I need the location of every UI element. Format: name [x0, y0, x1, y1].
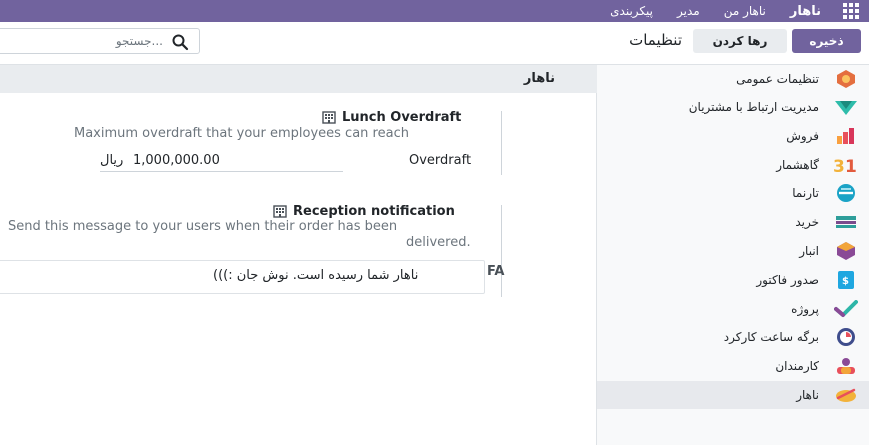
sidebar-item-label: انبار	[799, 244, 819, 258]
svg-text:$: $	[842, 276, 849, 287]
page-title: تنظیمات	[629, 31, 682, 49]
currency-symbol: ریال	[100, 153, 124, 168]
sidebar-item-general-settings[interactable]: تنظیمات عمومی	[597, 65, 869, 93]
sidebar-item-lunch[interactable]: ناهار	[597, 381, 869, 409]
discard-button[interactable]: رها کردن	[693, 29, 787, 53]
sidebar-item-calendar[interactable]: 31 گاهشمار	[597, 151, 869, 179]
sidebar-item-label: کارمندان	[775, 359, 819, 373]
reception-description-line2: delivered.	[406, 235, 471, 250]
company-specific-icon	[273, 205, 287, 218]
website-icon	[833, 183, 859, 203]
overdraft-field-label: Overdraft	[409, 153, 472, 168]
overdraft-amount-field[interactable]: ریال 1,000,000.00	[100, 152, 343, 172]
setting-divider	[501, 205, 502, 297]
control-panel: ذخیره رها کردن تنظیمات جستجو...	[0, 22, 869, 65]
menu-item-my-lunch[interactable]: ناهار من	[712, 4, 778, 18]
purchase-icon	[833, 212, 859, 232]
settings-sidebar: تنظیمات عمومی مدیریت ارتباط با مشتریان ف…	[596, 65, 869, 445]
top-menu: ناهار ناهار من مدیر پیکربندی	[598, 0, 825, 22]
menu-item-configuration[interactable]: پیکربندی	[598, 4, 665, 18]
reception-title-text: Reception notification	[293, 204, 455, 219]
reception-description-line1: Send this message to your users when the…	[8, 219, 398, 234]
reception-setting-title: Reception notification	[273, 204, 455, 219]
sidebar-item-label: مدیریت ارتباط با مشتریان	[688, 100, 819, 114]
sidebar-item-label: برگه ساعت کارکرد	[723, 330, 819, 344]
sidebar-item-purchase[interactable]: خرید	[597, 208, 869, 236]
employees-icon	[833, 356, 859, 376]
inventory-icon	[833, 241, 859, 261]
overdraft-title-text: Lunch Overdraft	[342, 110, 462, 125]
calendar-icon: 31	[833, 155, 859, 175]
lunch-icon	[833, 385, 859, 405]
crm-icon	[833, 97, 859, 117]
sidebar-item-timesheets[interactable]: برگه ساعت کارکرد	[597, 323, 869, 351]
brand-name[interactable]: ناهار	[778, 4, 825, 19]
sidebar-item-website[interactable]: تارنما	[597, 179, 869, 207]
menu-item-manager[interactable]: مدیر	[665, 4, 712, 18]
project-icon	[833, 299, 859, 319]
svg-text:3: 3	[833, 157, 845, 174]
general-settings-icon	[833, 69, 859, 89]
apps-menu-icon[interactable]	[843, 3, 859, 19]
company-specific-icon	[322, 111, 336, 124]
sidebar-item-label: تنظیمات عمومی	[736, 72, 819, 86]
sidebar-item-project[interactable]: پروژه	[597, 295, 869, 323]
sidebar-item-invoicing[interactable]: $ صدور فاکتور	[597, 266, 869, 294]
overdraft-setting-title: Lunch Overdraft	[322, 110, 461, 125]
reception-message-text: ناهار شما رسیده است. نوش جان :)))	[213, 268, 419, 283]
sidebar-item-label: پروژه	[791, 302, 819, 316]
sidebar-item-label: تارنما	[792, 186, 819, 200]
top-navbar: ناهار ناهار من مدیر پیکربندی	[0, 0, 869, 22]
settings-content: ناهار Lunch Overdraft Maximum overdraft …	[0, 65, 597, 445]
sidebar-item-inventory[interactable]: انبار	[597, 237, 869, 265]
search-placeholder: جستجو...	[115, 34, 163, 48]
section-header: ناهار	[0, 65, 597, 93]
sidebar-item-label: فروش	[786, 129, 819, 143]
timesheets-icon	[833, 327, 859, 347]
save-button[interactable]: ذخیره	[792, 29, 861, 53]
search-icon[interactable]	[171, 33, 189, 51]
search-input[interactable]: جستجو...	[0, 28, 200, 54]
overdraft-description: Maximum overdraft that your employees ca…	[74, 126, 409, 141]
sidebar-item-label: صدور فاکتور	[756, 273, 819, 287]
sidebar-item-crm[interactable]: مدیریت ارتباط با مشتریان	[597, 93, 869, 121]
sidebar-item-label: گاهشمار	[776, 158, 819, 172]
sidebar-item-label: خرید	[795, 215, 819, 229]
svg-text:1: 1	[845, 157, 857, 174]
translate-language-button[interactable]: FA	[487, 264, 504, 279]
section-title: ناهار	[523, 71, 555, 86]
sales-icon	[833, 126, 859, 146]
sidebar-item-label: ناهار	[796, 388, 819, 402]
sidebar-item-employees[interactable]: کارمندان	[597, 352, 869, 380]
overdraft-value: 1,000,000.00	[133, 153, 220, 168]
reception-message-field[interactable]: ناهار شما رسیده است. نوش جان :)))	[0, 260, 485, 294]
setting-divider	[501, 111, 502, 175]
sidebar-item-sales[interactable]: فروش	[597, 122, 869, 150]
invoicing-icon: $	[833, 270, 859, 290]
